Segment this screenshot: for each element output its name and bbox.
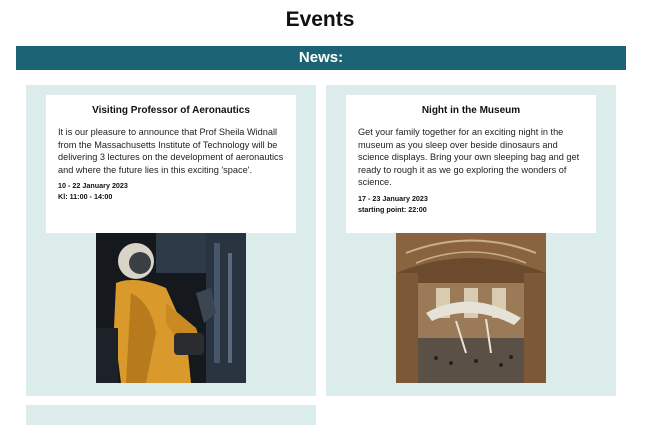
event-description: Get your family together for an exciting… — [358, 127, 580, 187]
event-title: Night in the Museum — [421, 105, 521, 116]
event-date: 10 - 22 January 2023 — [58, 181, 128, 190]
museum-hall-photo-icon — [396, 233, 546, 383]
news-header: News: — [16, 46, 626, 70]
event-card-text: Night in the Museum Get your family toge… — [346, 95, 596, 233]
news-header-label: News: — [298, 49, 344, 66]
event-card-partial — [26, 405, 316, 425]
event-date: 17 - 23 January 2023 — [358, 193, 428, 203]
event-card-text: Visiting Professor of Aeronautics It is … — [46, 95, 296, 233]
event-description: It is our pleasure to announce that Prof… — [58, 127, 284, 175]
event-time: Kl: 11:00 - 14:00 — [58, 192, 113, 201]
event-card-aeronautics: Visiting Professor of Aeronautics It is … — [26, 85, 316, 396]
page-title: Events — [285, 8, 355, 31]
astronaut-photo-icon — [96, 233, 246, 383]
event-time: starting point: 22:00 — [358, 204, 427, 214]
event-title: Visiting Professor of Aeronautics — [92, 105, 250, 116]
event-card-museum-night: Night in the Museum Get your family toge… — [326, 85, 616, 396]
